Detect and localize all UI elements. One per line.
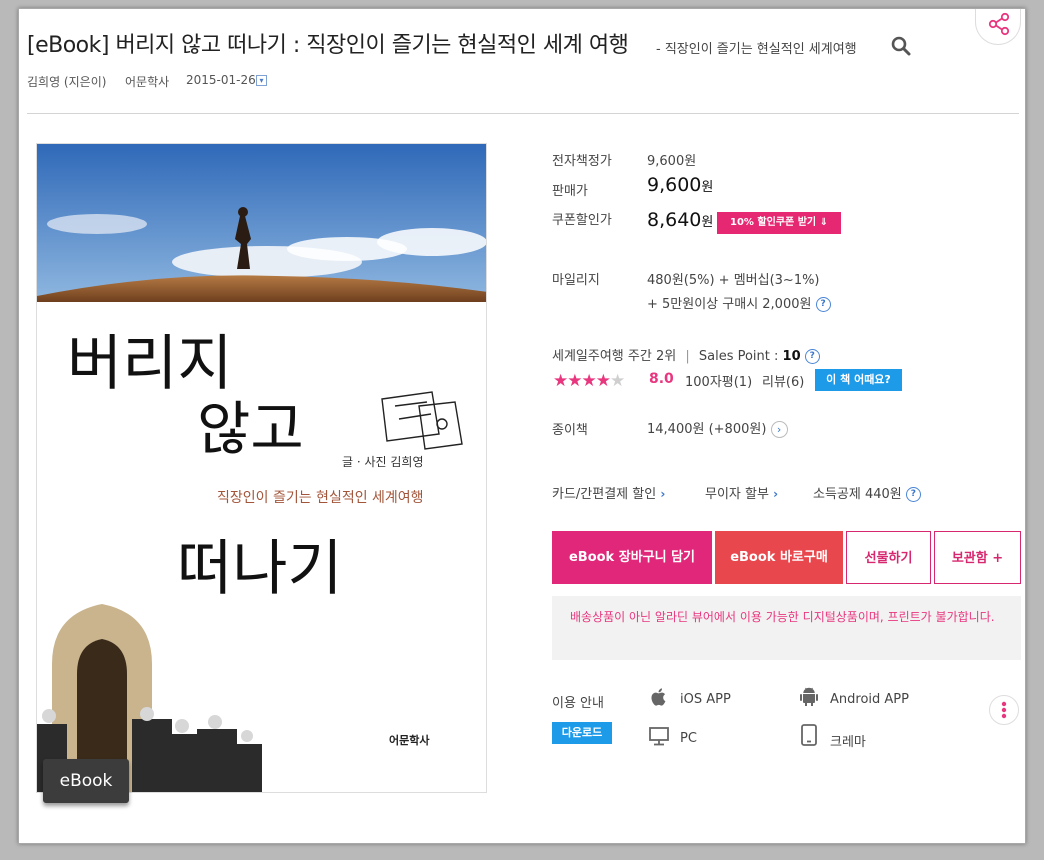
sales-point-label: Sales Point : <box>698 349 779 364</box>
android-icon <box>800 687 818 706</box>
rank-row: 세계일주여행 주간 2위 | Sales Point : 10 ? <box>552 345 820 364</box>
ask-button[interactable]: 이 책 어때요? <box>815 369 902 391</box>
author-link[interactable]: 김희영 (지은이) <box>27 73 106 90</box>
coupon-price-label: 쿠폰할인가 <box>552 213 612 228</box>
installment-link[interactable]: 무이자 할부 › <box>705 483 778 502</box>
ebook-badge: eBook <box>43 759 129 803</box>
sale-price-value: 9,600 <box>647 174 702 196</box>
ereader-icon <box>801 724 817 746</box>
currency-unit: 원 <box>701 215 714 230</box>
rating-stars: ★★★★★ <box>553 371 625 391</box>
gift-button[interactable]: 선물하기 <box>846 531 931 584</box>
chevron-right-icon: › <box>773 487 779 501</box>
star-icon: ★ <box>553 371 568 391</box>
cover-publisher-mark: 어문학사 <box>389 733 430 747</box>
pc-link[interactable]: PC <box>680 731 697 746</box>
android-app-link[interactable]: Android APP <box>830 692 909 707</box>
date-dropdown-icon[interactable]: ▾ <box>256 75 267 86</box>
publisher-link[interactable]: 어문학사 <box>125 73 169 90</box>
crema-link[interactable]: 크레마 <box>830 731 866 750</box>
mileage-line2-text: + 5만원이상 구매시 2,000원 <box>647 297 812 312</box>
card-discount-label: 카드/간편결제 할인 <box>552 487 657 502</box>
list-price-value: 9,600원 <box>647 154 697 169</box>
coupon-price: 8,640원 <box>647 209 713 231</box>
star-icon: ★ <box>610 371 625 391</box>
star-icon: ★ <box>581 371 597 391</box>
product-detail-panel: [eBook] 버리지 않고 떠나기 : 직장인이 즐기는 현실적인 세계 여행… <box>18 8 1026 844</box>
cover-title-line3: 떠나기 <box>177 534 343 604</box>
help-icon[interactable]: ? <box>815 297 831 312</box>
paper-book-label: 종이책 <box>552 423 588 438</box>
download-badge[interactable]: 다운로드 <box>552 722 612 744</box>
cover-title-line2: 않고 <box>197 395 304 463</box>
apple-icon <box>651 688 666 706</box>
usage-label: 이용 안내 <box>552 696 604 711</box>
book-subtitle: - 직장인이 즐기는 현실적인 세계여행 <box>656 42 857 57</box>
list-price-label: 전자책정가 <box>552 154 612 169</box>
mileage-line2: + 5만원이상 구매시 2,000원 ? <box>647 293 831 312</box>
wishlist-button[interactable]: 보관함 + <box>934 531 1021 584</box>
divider <box>27 113 1019 114</box>
cover-illustration: 버리지 않고 떠나기 글 · 사진 김희영 직장인이 즐기는 현실적인 세계여행 <box>37 144 486 792</box>
paper-book-row[interactable]: 14,400원 (+800원) › <box>647 418 788 438</box>
star-icon: ★ <box>567 371 582 391</box>
more-options-button[interactable] <box>989 695 1019 725</box>
book-title: [eBook] 버리지 않고 떠나기 : 직장인이 즐기는 현실적인 세계 여행 <box>27 33 629 58</box>
pc-monitor-icon <box>649 727 669 746</box>
coupon-price-value: 8,640 <box>647 209 702 231</box>
sales-point-value: 10 <box>782 349 801 364</box>
cover-tagline: 직장인이 즐기는 현실적인 세계여행 <box>217 490 424 506</box>
vertical-dots-icon <box>1001 701 1007 719</box>
cover-title-line1: 버리지 <box>67 329 233 399</box>
star-icon: ★ <box>595 371 611 391</box>
review-link[interactable]: 리뷰(6) <box>762 371 804 390</box>
chevron-right-icon[interactable]: › <box>770 421 788 438</box>
rating-score: 8.0 <box>649 371 674 387</box>
sale-price-label: 판매가 <box>552 184 588 199</box>
add-to-cart-button[interactable]: eBook 장바구니 담기 <box>552 531 712 584</box>
sale-price: 9,600원 <box>647 174 713 196</box>
tax-deduction-info: 소득공제 440원 ? <box>813 483 921 502</box>
category-rank[interactable]: 세계일주여행 주간 2위 <box>552 349 676 364</box>
mileage-label: 마일리지 <box>552 273 600 288</box>
mileage-line1: 480원(5%) + 멤버십(3~1%) <box>647 273 820 288</box>
currency-unit: 원 <box>701 180 714 195</box>
paper-book-value: 14,400원 (+800원) <box>647 422 767 437</box>
digital-notice: 배송상품이 아닌 알라딘 뷰어에서 이용 가능한 디지털상품이며, 프린트가 불… <box>552 596 1021 660</box>
installment-label: 무이자 할부 <box>705 487 769 502</box>
ios-app-link[interactable]: iOS APP <box>680 692 731 707</box>
share-button[interactable] <box>975 9 1021 45</box>
publish-date: 2015-01-26 <box>186 73 256 87</box>
buy-now-button[interactable]: eBook 바로구매 <box>715 531 843 584</box>
tax-deduction-label: 소득공제 440원 <box>813 487 902 502</box>
help-icon[interactable]: ? <box>804 349 820 364</box>
book-cover-image[interactable]: 버리지 않고 떠나기 글 · 사진 김희영 직장인이 즐기는 현실적인 세계여행 <box>36 143 487 793</box>
review-count-link[interactable]: 100자평(1) <box>685 371 752 390</box>
card-discount-link[interactable]: 카드/간편결제 할인 › <box>552 483 665 502</box>
cover-byline: 글 · 사진 김희영 <box>342 455 424 469</box>
share-icon <box>988 12 1010 36</box>
search-icon[interactable] <box>891 36 911 56</box>
rank-separator: | <box>685 349 690 364</box>
chevron-right-icon: › <box>660 487 666 501</box>
help-icon[interactable]: ? <box>905 487 921 502</box>
coupon-download-button[interactable]: 10% 할인쿠폰 받기 ⇓ <box>717 212 841 234</box>
